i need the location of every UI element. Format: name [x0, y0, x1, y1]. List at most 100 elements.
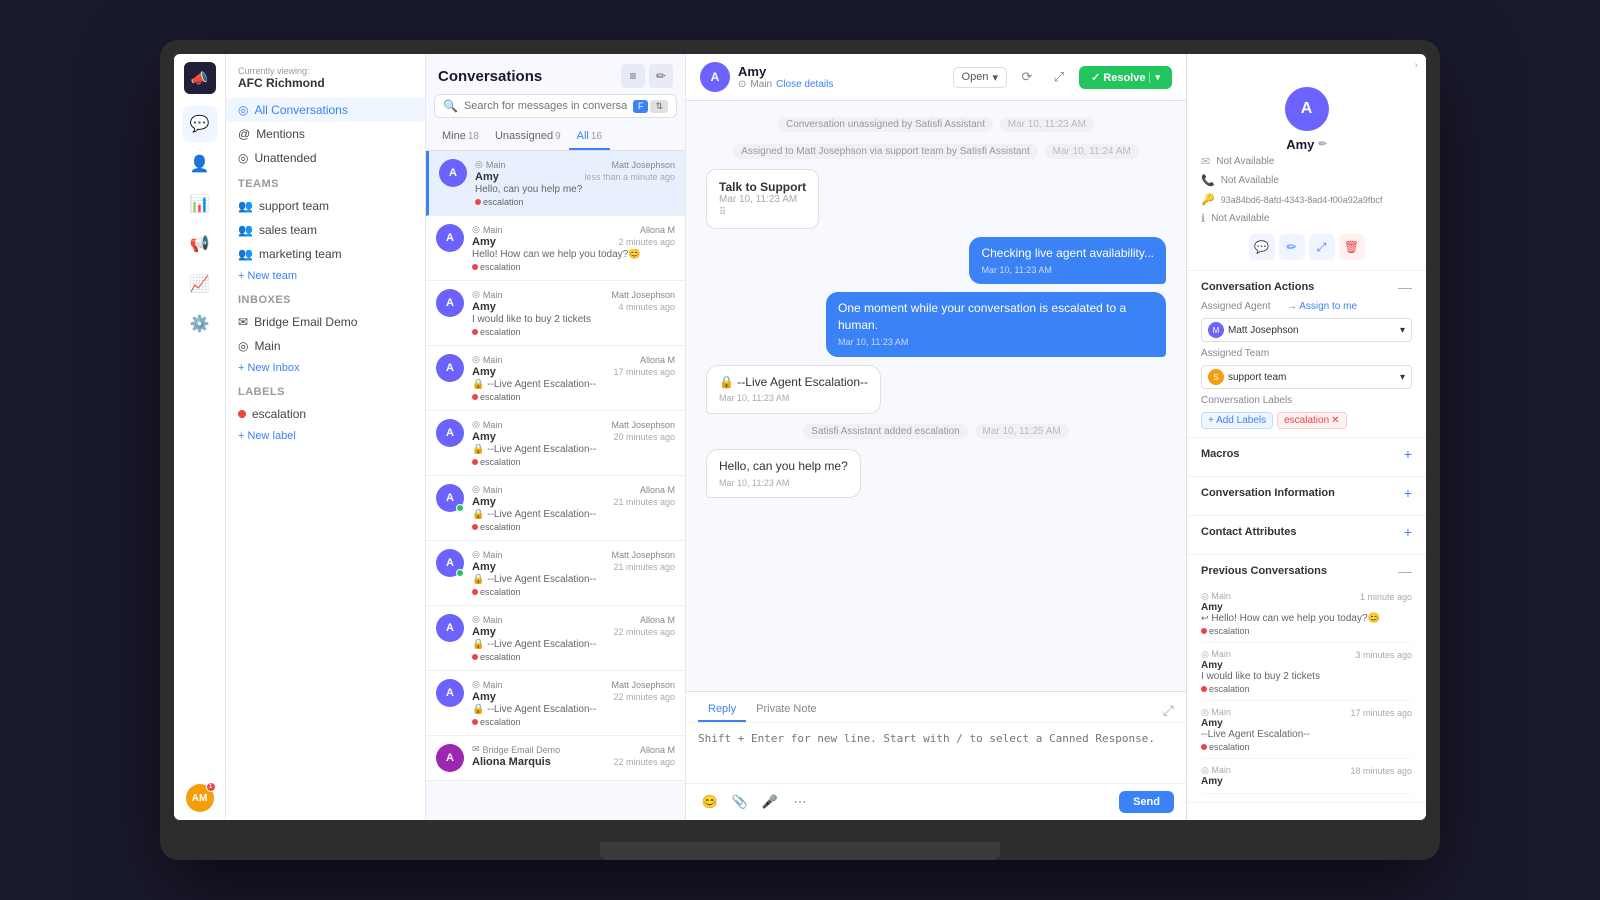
sidebar-header: Currently viewing: AFC Richmond	[226, 62, 425, 98]
reply-input[interactable]	[698, 731, 1174, 762]
edit-btn[interactable]: ✏	[1279, 234, 1305, 260]
team-select[interactable]: S support team ▾	[1201, 365, 1412, 389]
table-row[interactable]: A ◎ Main Matt Josephson Amy 4 minutes ag…	[426, 281, 685, 346]
add-inbox-link[interactable]: + New Inbox	[226, 358, 425, 378]
collapse-icon[interactable]: —	[1398, 279, 1412, 295]
list-item[interactable]: ◎ Main 17 minutes ago Amy --Live Agent E…	[1201, 701, 1412, 759]
table-row[interactable]: A ◎ Main Matt Josephson Amy less than a …	[426, 151, 685, 216]
chat-header-left: A Amy ⊙ Main Close details	[700, 62, 833, 92]
prev-conv-preview: --Live Agent Escalation--	[1201, 729, 1412, 740]
delete-btn[interactable]: 🗑	[1339, 234, 1365, 260]
conversation-info-expand-icon[interactable]: +	[1404, 485, 1412, 501]
sidebar-item-marketing-team[interactable]: 👥 marketing team	[226, 242, 425, 266]
conv-agent: Allona M	[640, 225, 675, 235]
conv-preview: 🔒 --Live Agent Escalation--	[472, 704, 642, 715]
assigned-agent-label: Assigned Agent	[1201, 301, 1281, 312]
external-link-icon[interactable]: ⤢	[1047, 65, 1071, 89]
search-input[interactable]	[464, 100, 627, 112]
nav-conversations-icon[interactable]: 💬	[182, 106, 218, 142]
remove-label-icon[interactable]: ✕	[1331, 415, 1339, 426]
expand-icon[interactable]: ⤢	[1163, 702, 1174, 719]
nav-reports-icon[interactable]: 📊	[182, 186, 218, 222]
add-labels-button[interactable]: + Add Labels	[1201, 412, 1273, 429]
conv-time: 21 minutes ago	[613, 562, 675, 572]
notification-badge: 1	[206, 782, 216, 792]
table-row[interactable]: A ◎ Main Matt Josephson Amy 21 minutes a…	[426, 541, 685, 606]
new-conversation-btn[interactable]: 💬	[1249, 234, 1275, 260]
sidebar-item-unattended[interactable]: ◎ Unattended	[226, 146, 425, 170]
contact-attributes-expand-icon[interactable]: +	[1404, 524, 1412, 540]
table-row[interactable]: A ◎ Main Allona M Amy 22 minutes ago 🔒 -…	[426, 606, 685, 671]
open-status-select[interactable]: Open ▾	[953, 67, 1007, 88]
merge-btn[interactable]: ⤢	[1309, 234, 1335, 260]
audio-icon[interactable]: 🎤	[758, 790, 782, 814]
list-item[interactable]: ◎ Main 3 minutes ago Amy I would like to…	[1201, 643, 1412, 701]
tab-unassigned[interactable]: Unassigned9	[487, 124, 569, 150]
prev-conv-preview: I would like to buy 2 tickets	[1201, 671, 1412, 682]
list-item[interactable]: ◎ Main 18 minutes ago Amy	[1201, 759, 1412, 794]
macros-expand-icon[interactable]: +	[1404, 446, 1412, 462]
compose-icon[interactable]: ✏	[649, 64, 673, 88]
sidebar-item-main-inbox[interactable]: ◎ Main	[226, 334, 425, 358]
prev-conv-time: 17 minutes ago	[1350, 708, 1412, 718]
assign-to-me-link[interactable]: → Assign to me	[1287, 301, 1357, 312]
conv-time: 22 minutes ago	[613, 692, 675, 702]
message-row: Checking live agent availability... Mar …	[706, 237, 1166, 284]
table-row[interactable]: A ◎ Main Matt Josephson Amy 22 minutes a…	[426, 671, 685, 736]
table-row[interactable]: A ◎ Main Allona M Amy 21 minutes ago	[426, 476, 685, 541]
message-row: One moment while your conversation is es…	[706, 292, 1166, 356]
tab-mine[interactable]: Mine18	[434, 124, 487, 150]
sidebar-item-all-conversations[interactable]: ◎ All Conversations	[226, 98, 425, 122]
avatar: A	[436, 419, 464, 447]
panel-chevron-icon[interactable]: ›	[1415, 60, 1418, 71]
conv-name: Amy	[472, 496, 496, 508]
conversation-search[interactable]: 🔍 F ⇅	[434, 94, 677, 118]
sidebar-item-sales-team[interactable]: 👥 sales team	[226, 218, 425, 242]
conv-item-content: ◎ Main Allona M Amy 17 minutes ago 🔒 --L…	[472, 354, 675, 402]
table-row[interactable]: A ◎ Main Allona M Amy 17 minutes ago 🔒 -…	[426, 346, 685, 411]
conv-time: 17 minutes ago	[613, 367, 675, 377]
message-bubble: Hello, can you help me? Mar 10, 11:23 AM	[706, 449, 861, 498]
conversation-labels-row: Conversation Labels	[1201, 395, 1412, 406]
tab-all[interactable]: All16	[569, 124, 610, 150]
sidebar-item-escalation-label[interactable]: escalation	[226, 402, 425, 426]
list-item[interactable]: ◎ Main 1 minute ago Amy ↩ Hello! How can…	[1201, 585, 1412, 643]
nav-contacts-icon[interactable]: 👤	[182, 146, 218, 182]
table-row[interactable]: A ◎ Main Allona M Amy 2 minutes ago Hell…	[426, 216, 685, 281]
previous-conversations-collapse-icon[interactable]: —	[1398, 563, 1412, 579]
resolve-button[interactable]: ✓ Resolve ▾	[1079, 66, 1172, 89]
reply-input-area[interactable]	[686, 723, 1186, 783]
close-details-link[interactable]: Close details	[776, 79, 833, 90]
filter-icon[interactable]: F	[633, 100, 649, 113]
sidebar-item-bridge-email[interactable]: ✉ Bridge Email Demo	[226, 310, 425, 334]
conv-inbox: ◎ Main	[472, 289, 502, 300]
more-icon[interactable]: ⋯	[788, 790, 812, 814]
nav-analytics-icon[interactable]: 📈	[182, 266, 218, 302]
nav-campaigns-icon[interactable]: 📢	[182, 226, 218, 262]
refresh-icon[interactable]: ⟳	[1015, 65, 1039, 89]
tab-private-note[interactable]: Private Note	[746, 698, 827, 722]
add-team-link[interactable]: + New team	[226, 266, 425, 286]
conversation-actions-title: Conversation Actions	[1201, 281, 1314, 293]
add-label-link[interactable]: + New label	[226, 426, 425, 446]
sidebar-item-support-team[interactable]: 👥 support team	[226, 194, 425, 218]
label-dot	[238, 410, 246, 418]
table-row[interactable]: A ◎ Main Matt Josephson Amy 20 minutes a…	[426, 411, 685, 476]
teams-section-title: Teams	[226, 170, 425, 194]
agent-select[interactable]: M Matt Josephson ▾	[1201, 318, 1412, 342]
widget-action[interactable]: ⠿	[719, 207, 806, 218]
conv-time: 21 minutes ago	[613, 497, 675, 507]
sort-icon[interactable]: ≡	[621, 64, 645, 88]
chat-area: A Amy ⊙ Main Close details Open	[686, 54, 1186, 820]
sort-btn[interactable]: ⇅	[650, 100, 668, 113]
attachment-icon[interactable]: 📎	[728, 790, 752, 814]
emoji-icon[interactable]: 😊	[698, 790, 722, 814]
send-button[interactable]: Send	[1119, 791, 1174, 813]
chat-header: A Amy ⊙ Main Close details Open	[686, 54, 1186, 101]
nav-settings-icon[interactable]: ⚙️	[182, 306, 218, 342]
sidebar-item-mentions[interactable]: @ Mentions	[226, 122, 425, 146]
user-avatar[interactable]: AM 1	[186, 784, 214, 812]
edit-contact-icon[interactable]: ✏	[1318, 139, 1326, 150]
table-row[interactable]: A ✉ Bridge Email Demo Allona M Aliona Ma…	[426, 736, 685, 781]
tab-reply[interactable]: Reply	[698, 698, 746, 722]
